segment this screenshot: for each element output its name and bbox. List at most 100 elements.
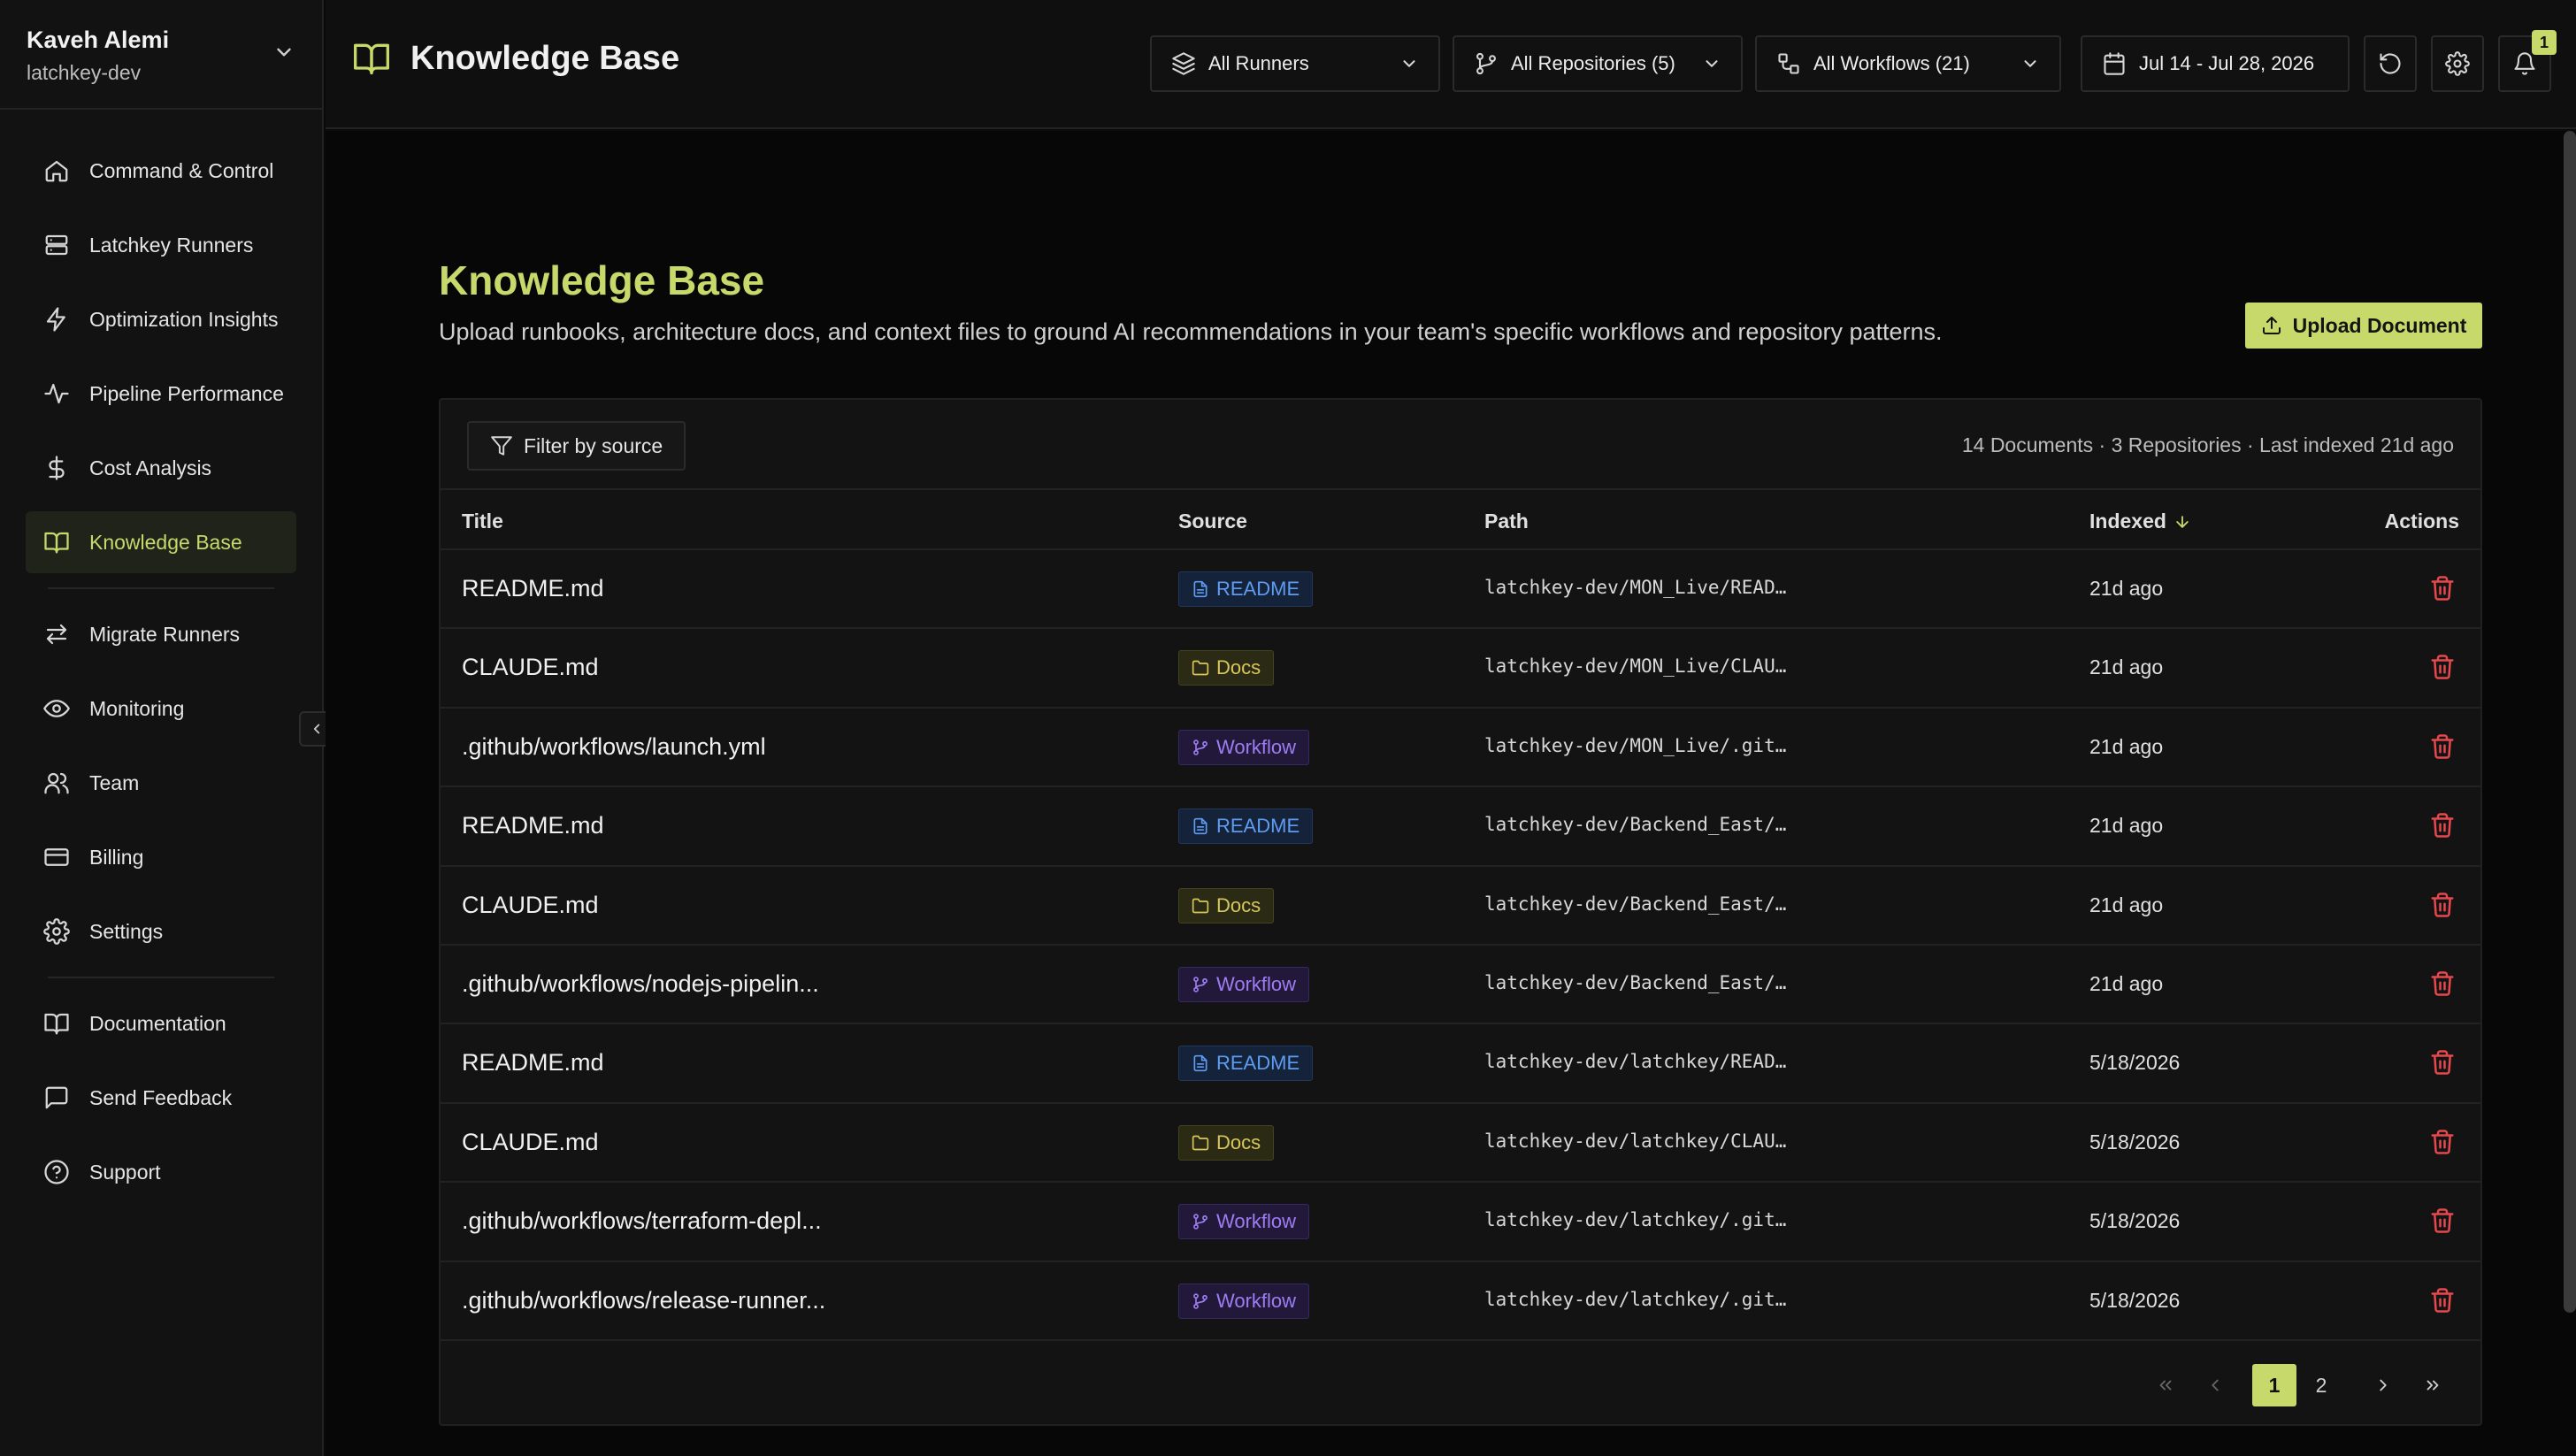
source-label: Docs bbox=[1216, 656, 1261, 679]
settings-button[interactable] bbox=[2431, 35, 2484, 92]
sidebar-item-label: Documentation bbox=[89, 1011, 226, 1035]
table-body: README.md README latchkey-dev/MON_Live/R… bbox=[441, 550, 2480, 1341]
source-label: Workflow bbox=[1216, 1289, 1297, 1312]
sidebar-item-migrate-runners[interactable]: Migrate Runners bbox=[26, 603, 296, 665]
chevron-down-icon bbox=[277, 48, 291, 57]
git-branch-icon bbox=[1193, 1214, 1208, 1230]
source-badge-workflow: Workflow bbox=[1178, 966, 1310, 1002]
main-scrollbar[interactable] bbox=[2564, 131, 2576, 1313]
sidebar-item-label: Cost Analysis bbox=[89, 456, 212, 479]
document-indexed: 21d ago bbox=[2089, 577, 2164, 600]
document-path: latchkey-dev/Backend_East/… bbox=[1484, 814, 1787, 836]
folder-icon bbox=[1192, 661, 1209, 676]
nav-divider bbox=[48, 587, 274, 589]
sidebar-item-documentation[interactable]: Documentation bbox=[26, 992, 296, 1054]
trash-icon[interactable] bbox=[2429, 890, 2456, 920]
document-indexed: 21d ago bbox=[2089, 893, 2164, 916]
chevron-left-icon bbox=[2212, 1379, 2219, 1391]
workflows-select[interactable]: All Workflows (21) bbox=[1755, 35, 2061, 92]
document-title: README.md bbox=[462, 575, 604, 602]
sidebar-item-support[interactable]: Support bbox=[26, 1141, 296, 1203]
repositories-select[interactable]: All Repositories (5) bbox=[1453, 35, 1743, 92]
book-icon bbox=[44, 532, 69, 554]
trash-icon[interactable] bbox=[2429, 1047, 2456, 1077]
table-row[interactable]: .github/workflows/release-runner... Work… bbox=[441, 1262, 2480, 1341]
refresh-button[interactable] bbox=[2364, 35, 2417, 92]
source-badge-readme: README bbox=[1178, 808, 1314, 845]
table-row[interactable]: README.md README latchkey-dev/MON_Live/R… bbox=[441, 550, 2480, 630]
sidebar-item-team[interactable]: Team bbox=[26, 752, 296, 814]
date-range-picker[interactable]: Jul 14 - Jul 28, 2026 bbox=[2081, 35, 2350, 92]
help-icon bbox=[44, 1160, 69, 1184]
trash-icon[interactable] bbox=[2429, 1285, 2456, 1315]
profile-switcher[interactable]: Kaveh Alemi latchkey-dev bbox=[0, 0, 322, 110]
refresh-icon bbox=[2380, 53, 2401, 74]
sidebar-item-send-feedback[interactable]: Send Feedback bbox=[26, 1067, 296, 1129]
lightning-icon bbox=[46, 307, 65, 332]
table-row[interactable]: .github/workflows/launch.yml Workflow la… bbox=[441, 709, 2480, 788]
sidebar-item-monitoring[interactable]: Monitoring bbox=[26, 678, 296, 739]
profile-org: latchkey-dev bbox=[27, 61, 142, 84]
folder-icon bbox=[1192, 898, 1209, 913]
sidebar-item-latchkey-runners[interactable]: Latchkey Runners bbox=[26, 214, 296, 276]
document-title: README.md bbox=[462, 1049, 604, 1077]
trash-icon[interactable] bbox=[2429, 652, 2456, 682]
column-header-path[interactable]: Path bbox=[1484, 510, 1529, 533]
sidebar-item-settings[interactable]: Settings bbox=[26, 900, 296, 962]
sidebar-item-label: Support bbox=[89, 1160, 161, 1184]
document-title: .github/workflows/nodejs-pipelin... bbox=[462, 969, 819, 997]
table-row[interactable]: CLAUDE.md Docs latchkey-dev/Backend_East… bbox=[441, 867, 2480, 946]
chevron-right-icon bbox=[2380, 1379, 2387, 1391]
sidebar-item-billing[interactable]: Billing bbox=[26, 826, 296, 888]
source-label: Workflow bbox=[1216, 735, 1297, 758]
first-page-button[interactable] bbox=[2146, 1364, 2185, 1406]
next-page-button[interactable] bbox=[2364, 1364, 2403, 1406]
filter-by-source-button[interactable]: Filter by source bbox=[467, 421, 686, 471]
filter-label: Filter by source bbox=[524, 433, 663, 457]
filter-icon bbox=[491, 436, 512, 456]
source-label: Workflow bbox=[1216, 972, 1297, 995]
trash-icon[interactable] bbox=[2429, 810, 2456, 840]
column-header-source[interactable]: Source bbox=[1178, 510, 1247, 533]
trash-icon[interactable] bbox=[2429, 732, 2456, 762]
sidebar-item-knowledge-base[interactable]: Knowledge Base bbox=[26, 511, 296, 573]
table-row[interactable]: README.md README latchkey-dev/Backend_Ea… bbox=[441, 787, 2480, 867]
runners-select[interactable]: All Runners bbox=[1150, 35, 1440, 92]
upload-document-button[interactable]: Upload Document bbox=[2245, 303, 2482, 349]
git-branch-icon bbox=[1193, 1292, 1208, 1309]
table-row[interactable]: CLAUDE.md Docs latchkey-dev/latchkey/CLA… bbox=[441, 1104, 2480, 1184]
notification-count-badge: 1 bbox=[2532, 30, 2557, 55]
previous-page-button[interactable] bbox=[2196, 1364, 2235, 1406]
source-badge-readme: README bbox=[1178, 1046, 1314, 1082]
document-title: .github/workflows/terraform-depl... bbox=[462, 1207, 822, 1235]
document-indexed: 21d ago bbox=[2089, 655, 2164, 679]
sidebar-item-pipeline-performance[interactable]: Pipeline Performance bbox=[26, 363, 296, 425]
document-indexed: 5/18/2026 bbox=[2089, 1209, 2181, 1233]
table-row[interactable]: README.md README latchkey-dev/latchkey/R… bbox=[441, 1024, 2480, 1104]
trash-icon[interactable] bbox=[2429, 1127, 2456, 1157]
chevrons-left-icon bbox=[2159, 1380, 2172, 1391]
column-header-indexed[interactable]: Indexed bbox=[2089, 510, 2191, 533]
sidebar-item-label: Command & Control bbox=[89, 158, 274, 182]
sidebar-item-cost-analysis[interactable]: Cost Analysis bbox=[26, 437, 296, 499]
sidebar-item-label: Knowledge Base bbox=[89, 530, 242, 554]
sidebar-item-optimization-insights[interactable]: Optimization Insights bbox=[26, 288, 296, 350]
page-button-1[interactable]: 1 bbox=[2252, 1364, 2296, 1406]
last-page-button[interactable] bbox=[2413, 1364, 2452, 1406]
git-branch-icon bbox=[1193, 739, 1208, 755]
table-row[interactable]: .github/workflows/nodejs-pipelin... Work… bbox=[441, 946, 2480, 1025]
page-button-2[interactable]: 2 bbox=[2302, 1364, 2341, 1406]
table-row[interactable]: .github/workflows/terraform-depl... Work… bbox=[441, 1183, 2480, 1262]
document-indexed: 5/18/2026 bbox=[2089, 1130, 2181, 1153]
column-header-title[interactable]: Title bbox=[462, 510, 503, 533]
upload-document-label: Upload Document bbox=[2292, 313, 2467, 337]
document-path: latchkey-dev/MON_Live/CLAU… bbox=[1484, 655, 1787, 678]
trash-icon[interactable] bbox=[2429, 573, 2456, 603]
upload-icon bbox=[2262, 317, 2281, 334]
trash-icon[interactable] bbox=[2429, 1206, 2456, 1236]
sidebar-item-command-control[interactable]: Command & Control bbox=[26, 140, 296, 202]
header-title-text: Knowledge Base bbox=[410, 39, 680, 77]
trash-icon[interactable] bbox=[2429, 969, 2456, 999]
gear-icon bbox=[43, 918, 70, 945]
table-row[interactable]: CLAUDE.md Docs latchkey-dev/MON_Live/CLA… bbox=[441, 629, 2480, 709]
